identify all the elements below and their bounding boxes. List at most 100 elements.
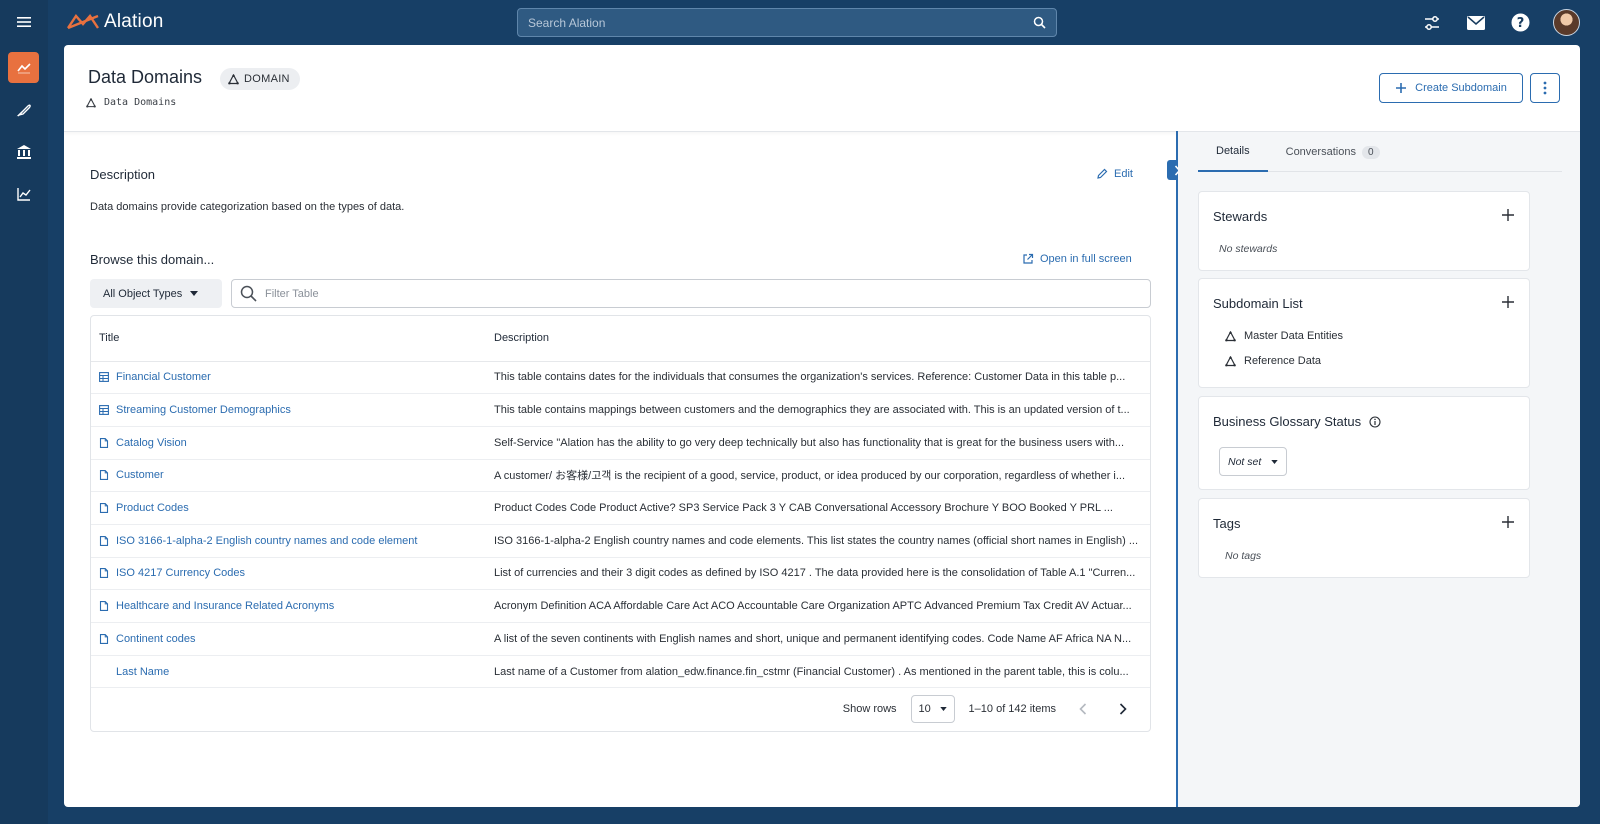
domain-icon [228,73,239,84]
nav-analytics-button[interactable] [8,178,39,209]
more-vertical-icon [1543,81,1547,95]
row-title[interactable]: Customer [99,469,494,481]
object-type-select[interactable]: All Object Types [90,279,222,308]
row-title[interactable]: ISO 3166-1-alpha-2 English country names… [99,535,494,547]
row-title[interactable]: ISO 4217 Currency Codes [99,567,494,579]
column-header-description[interactable]: Description [494,316,1150,362]
row-title[interactable]: Streaming Customer Demographics [99,404,494,416]
description-heading: Description [90,167,156,182]
rows-per-page-select[interactable]: 10 [910,695,955,723]
row-title-cell[interactable]: Customer [91,459,494,493]
tags-title-text: Tags [1213,516,1241,531]
table-row[interactable]: Product Codes Product Codes Code Product … [91,491,1150,525]
row-title-cell[interactable]: ISO 4217 Currency Codes [91,557,494,591]
info-icon[interactable] [1369,415,1381,428]
help-button[interactable]: ? [1509,12,1531,34]
row-title-cell[interactable]: Healthcare and Insurance Related Acronym… [91,589,494,623]
app-logo[interactable]: Alation [66,11,164,33]
row-title[interactable]: Last Name [99,666,494,678]
row-title-cell[interactable]: Financial Customer [91,361,494,395]
table-row[interactable]: Catalog Vision Self-Service "Alation has … [91,426,1150,460]
tab-conversations[interactable]: Conversations 0 [1268,132,1398,172]
table-row[interactable]: Healthcare and Insurance Related Acronym… [91,589,1150,623]
nav-catalog-button[interactable] [8,136,39,167]
row-title-cell[interactable]: Product Codes [91,491,494,525]
trend-icon [16,62,31,73]
row-title-cell[interactable]: Continent codes [91,622,494,656]
row-title-link[interactable]: ISO 3166-1-alpha-2 English country names… [116,535,417,547]
subdomain-list-card: Subdomain List Master Data Entities Refe… [1198,278,1530,388]
open-full-screen-link[interactable]: Open in full screen [1022,253,1132,265]
add-steward-icon[interactable] [1501,208,1515,222]
breadcrumb[interactable]: Data Domains [86,97,176,108]
page-header: Data Domains DOMAIN Data Domains Create … [64,45,1580,132]
row-title[interactable]: Product Codes [99,502,494,514]
top-actions: ? [1421,9,1580,36]
row-title-link[interactable]: Financial Customer [116,371,211,383]
row-title-link[interactable]: Last Name [116,666,169,678]
column-header-title[interactable]: Title [91,316,494,362]
row-title-link[interactable]: Continent codes [116,633,196,645]
add-subdomain-icon[interactable] [1501,295,1515,309]
nav-domains-button[interactable] [8,52,39,83]
more-actions-button[interactable] [1530,73,1560,103]
user-avatar[interactable] [1553,9,1580,36]
glossary-status-select[interactable]: Not set [1219,447,1287,476]
table-row[interactable]: Last Name Last name of a Customer from al… [91,655,1150,689]
settings-sliders-button[interactable] [1421,12,1443,34]
row-title-link[interactable]: Product Codes [116,502,189,514]
prev-page-button[interactable] [1070,696,1096,722]
row-description-cell: A customer/ お客様/고객 is the recipient of a… [494,459,1150,493]
subdomain-item[interactable]: Reference Data [1225,355,1321,367]
domain-objects-table: Title Description Financial Customer This… [90,315,1151,732]
row-title-cell[interactable]: ISO 3166-1-alpha-2 English country names… [91,524,494,558]
messages-button[interactable] [1465,12,1487,34]
chevron-left-icon [1079,703,1087,715]
row-title-link[interactable]: Streaming Customer Demographics [116,404,291,416]
row-description-cell: A list of the seven continents with Engl… [494,622,1150,656]
filter-table-input[interactable] [265,287,1142,300]
row-title[interactable]: Financial Customer [99,371,494,383]
tab-details[interactable]: Details [1198,132,1268,172]
add-tag-icon[interactable] [1501,515,1515,529]
chevron-right-icon [1119,703,1127,715]
table-row[interactable]: Financial Customer This table contains da… [91,361,1150,395]
row-title-link[interactable]: Catalog Vision [116,437,187,449]
menu-icon[interactable] [16,14,32,30]
row-description-cell: Self-Service "Alation has the ability to… [494,426,1150,460]
row-title-cell[interactable]: Last Name [91,655,494,689]
row-title-link[interactable]: Healthcare and Insurance Related Acronym… [116,600,334,612]
document-icon [99,568,109,579]
row-title[interactable]: Continent codes [99,633,494,645]
create-subdomain-button[interactable]: Create Subdomain [1379,73,1523,103]
edit-description-button[interactable]: Edit [1096,168,1133,180]
global-search[interactable] [517,8,1057,37]
next-page-button[interactable] [1110,696,1136,722]
subdomain-item[interactable]: Master Data Entities [1225,330,1343,342]
row-title-link[interactable]: Customer [116,469,164,481]
document-icon [99,470,109,481]
row-title-link[interactable]: ISO 4217 Currency Codes [116,567,245,579]
filter-table-box[interactable] [231,279,1151,308]
table-row[interactable]: ISO 3166-1-alpha-2 English country names… [91,524,1150,558]
table-icon [99,405,109,415]
table-row[interactable]: Continent codes A list of the seven conti… [91,622,1150,656]
conversations-count-badge: 0 [1361,145,1380,159]
row-title[interactable]: Healthcare and Insurance Related Acronym… [99,600,494,612]
domain-icon [1225,330,1236,341]
description-text: Data domains provide categorization base… [90,201,405,213]
row-title[interactable]: Catalog Vision [99,437,494,449]
left-nav-rail [0,0,48,824]
row-title-cell[interactable]: Streaming Customer Demographics [91,393,494,427]
table-row[interactable]: ISO 4217 Currency Codes List of currencie… [91,557,1150,591]
breadcrumb-item[interactable]: Data Domains [104,97,176,108]
domain-badge: DOMAIN [220,68,300,90]
table-row[interactable]: Customer A customer/ お客様/고객 is the recipi… [91,459,1150,493]
table-row[interactable]: Streaming Customer Demographics This tabl… [91,393,1150,427]
glossary-status-title-text: Business Glossary Status [1213,414,1362,429]
row-title-cell[interactable]: Catalog Vision [91,426,494,460]
blank-icon [99,667,109,677]
search-icon[interactable] [1033,16,1046,29]
nav-compose-button[interactable] [8,94,39,125]
search-input[interactable] [528,15,1033,30]
